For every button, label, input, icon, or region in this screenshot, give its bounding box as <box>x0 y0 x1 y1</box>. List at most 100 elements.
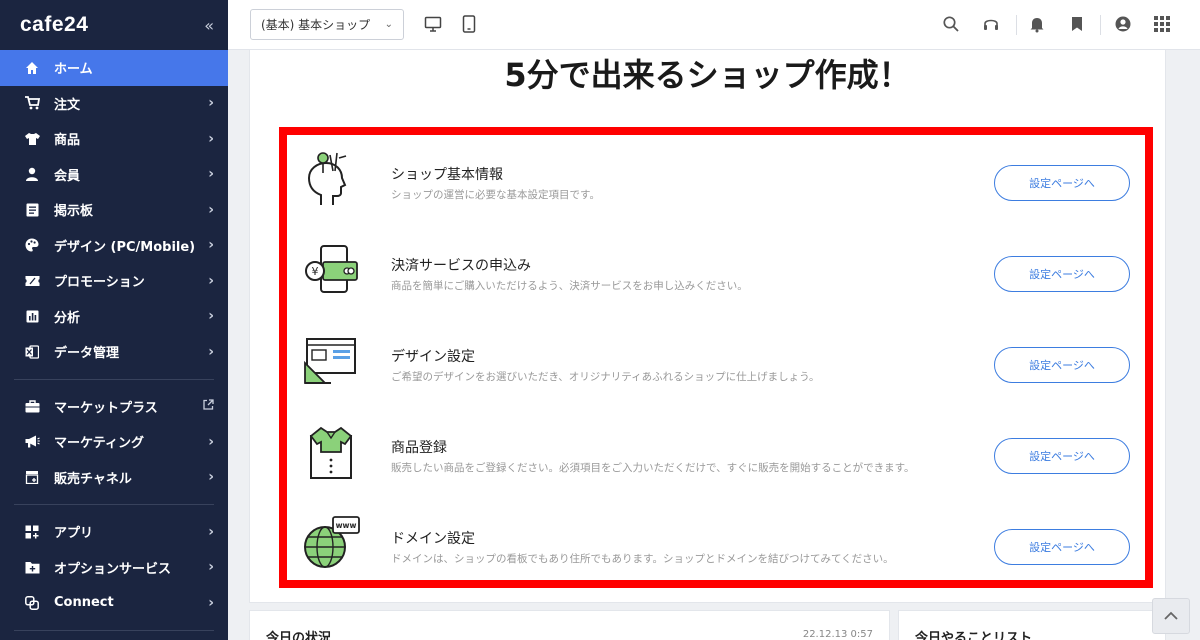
sidebar-divider <box>14 378 214 380</box>
headset-icon[interactable] <box>982 15 1002 35</box>
settings-page-button-payment[interactable]: 設定ページへ <box>994 256 1130 292</box>
sidebar-item-label: 会員 <box>54 168 81 184</box>
settings-page-button-product[interactable]: 設定ページへ <box>994 438 1130 474</box>
card-timestamp: 22.12.13 0:57 <box>802 629 873 640</box>
sidebar-item-label: 分析 <box>54 310 81 326</box>
chevron-up-icon <box>1164 611 1178 620</box>
card-title: 今日やることリスト <box>915 631 1033 640</box>
setup-step-domain: www ドメイン設定 ドメインは、ショップの看板でもあり住所でもあります。ショッ… <box>287 499 1145 590</box>
settings-page-button-domain[interactable]: 設定ページへ <box>994 529 1130 565</box>
analytics-icon <box>24 308 40 324</box>
chevron-right-icon: › <box>208 95 214 112</box>
search-icon[interactable] <box>942 15 962 35</box>
briefcase-icon <box>24 398 40 414</box>
sidebar-item-label: マーケティング <box>54 436 144 452</box>
sidebar-item-label: マーケットプラス <box>54 400 158 416</box>
collapse-sidebar-icon[interactable]: « <box>204 16 214 35</box>
shop-select[interactable]: (基本) 基本ショップ ⌄ <box>250 9 404 40</box>
step-description: ご希望のデザインをお選びいただき、オリジナリティあふれるショップに仕上げましょう… <box>391 371 820 383</box>
palette-icon <box>24 237 40 253</box>
ticket-icon <box>24 273 40 289</box>
chevron-right-icon: › <box>208 594 214 611</box>
step-title: 商品登録 <box>391 440 447 456</box>
settings-page-button-shop-info[interactable]: 設定ページへ <box>994 165 1130 201</box>
sidebar: cafe24 « ホーム 注文 › 商品 › 会員 › 掲示板 › デザイン (… <box>0 0 228 640</box>
sidebar-item-connect[interactable]: Connect › <box>0 585 228 621</box>
todo-list-card: 今日やることリスト <box>898 610 1166 640</box>
person-icon <box>24 166 40 182</box>
chevron-right-icon: › <box>208 469 214 486</box>
user-icon[interactable] <box>1114 15 1134 35</box>
sidebar-item-orders[interactable]: 注文 › <box>0 86 228 122</box>
sidebar-item-home[interactable]: ホーム <box>0 50 228 86</box>
payment-phone-icon: ¥ <box>301 240 361 300</box>
step-description: 販売したい商品をご登録ください。必須項目をご入力いただくだけで、すぐに販売を開始… <box>391 462 915 474</box>
sidebar-item-label: ホーム <box>54 62 93 78</box>
bell-icon[interactable] <box>1028 15 1048 35</box>
top-header: (基本) 基本ショップ ⌄ <box>228 0 1200 50</box>
globe-www-icon: www <box>301 513 361 573</box>
chevron-right-icon: › <box>208 559 214 576</box>
chevron-right-icon: › <box>208 237 214 254</box>
settings-page-button-design[interactable]: 設定ページへ <box>994 347 1130 383</box>
sidebar-item-label: 商品 <box>54 133 81 149</box>
bookmark-icon[interactable] <box>1068 15 1088 35</box>
step-description: 商品を簡単にご購入いただけるよう、決済サービスをお申し込みください。 <box>391 280 748 292</box>
header-divider <box>1100 15 1101 35</box>
today-status-card: 今日の状況 22.12.13 0:57 <box>249 610 890 640</box>
scroll-to-top-button[interactable] <box>1152 598 1190 634</box>
design-window-icon <box>301 331 361 391</box>
setup-step-payment: ¥ 決済サービスの申込み 商品を簡単にご購入いただけるよう、決済サービスをお申し… <box>287 226 1145 317</box>
cart-icon <box>24 95 40 111</box>
tablet-icon[interactable] <box>460 15 480 35</box>
board-icon <box>24 202 40 218</box>
sidebar-item-products[interactable]: 商品 › <box>0 121 228 157</box>
shop-select-value: (基本) 基本ショップ <box>261 18 371 32</box>
sidebar-item-label: Connect <box>54 595 114 611</box>
folder-plus-icon <box>24 559 40 575</box>
sidebar-item-label: データ管理 <box>54 346 120 362</box>
sidebar-item-label: 販売チャネル <box>54 471 132 487</box>
sidebar-item-label: アプリ <box>54 526 94 542</box>
chevron-right-icon: › <box>208 343 214 360</box>
setup-steps-list: ショップ基本情報 ショップの運営に必要な基本設定項目です。 設定ページへ ¥ 決… <box>287 135 1145 590</box>
megaphone-icon <box>24 434 40 450</box>
chevron-right-icon: › <box>208 433 214 450</box>
sidebar-item-marketing[interactable]: マーケティング › <box>0 424 228 460</box>
grid-icon[interactable] <box>1153 15 1173 35</box>
sidebar-item-apps[interactable]: アプリ › <box>0 514 228 550</box>
sidebar-item-label: デザイン (PC/Mobile) <box>54 239 196 255</box>
svg-text:¥: ¥ <box>312 265 319 278</box>
sidebar-item-label: プロモーション <box>54 275 145 291</box>
sidebar-divider <box>14 504 214 505</box>
sidebar-nav: ホーム 注文 › 商品 › 会員 › 掲示板 › デザイン (PC/Mobile… <box>0 50 228 370</box>
sidebar-item-label: 掲示板 <box>54 204 94 220</box>
sidebar-item-marketplus[interactable]: マーケットプラス <box>0 389 228 425</box>
step-title: ショップ基本情報 <box>391 167 503 183</box>
sidebar-item-analytics[interactable]: 分析 › <box>0 299 228 335</box>
monitor-icon[interactable] <box>424 15 444 35</box>
sidebar-item-board[interactable]: 掲示板 › <box>0 192 228 228</box>
sidebar-nav-tertiary: アプリ › オプションサービス › Connect › <box>0 514 228 621</box>
external-link-icon <box>203 398 214 414</box>
link-icon <box>24 595 40 611</box>
sidebar-item-data[interactable]: データ管理 › <box>0 334 228 370</box>
excel-icon <box>24 344 40 360</box>
cafe24-logo[interactable]: cafe24 <box>20 13 88 37</box>
step-title: デザイン設定 <box>391 349 475 365</box>
sidebar-item-option-services[interactable]: オプションサービス › <box>0 550 228 586</box>
setup-step-design: デザイン設定 ご希望のデザインをお選びいただき、オリジナリティあふれるショップに… <box>287 317 1145 408</box>
sidebar-item-members[interactable]: 会員 › <box>0 157 228 193</box>
sidebar-header: cafe24 « <box>0 0 228 50</box>
sidebar-item-label: 注文 <box>54 97 81 113</box>
sidebar-item-sales-channel[interactable]: 販売チャネル › <box>0 460 228 496</box>
sidebar-nav-secondary: マーケットプラス マーケティング › 販売チャネル › <box>0 389 228 496</box>
sidebar-item-label: オプションサービス <box>54 561 172 577</box>
chevron-right-icon: › <box>208 523 214 540</box>
store-icon <box>24 469 40 485</box>
setup-step-shop-info: ショップ基本情報 ショップの運営に必要な基本設定項目です。 設定ページへ <box>287 135 1145 226</box>
hero-title: 5分で出来るショップ作成！ <box>504 56 911 94</box>
chevron-right-icon: › <box>208 130 214 147</box>
sidebar-item-design[interactable]: デザイン (PC/Mobile) › <box>0 228 228 264</box>
sidebar-item-promotion[interactable]: プロモーション › <box>0 263 228 299</box>
